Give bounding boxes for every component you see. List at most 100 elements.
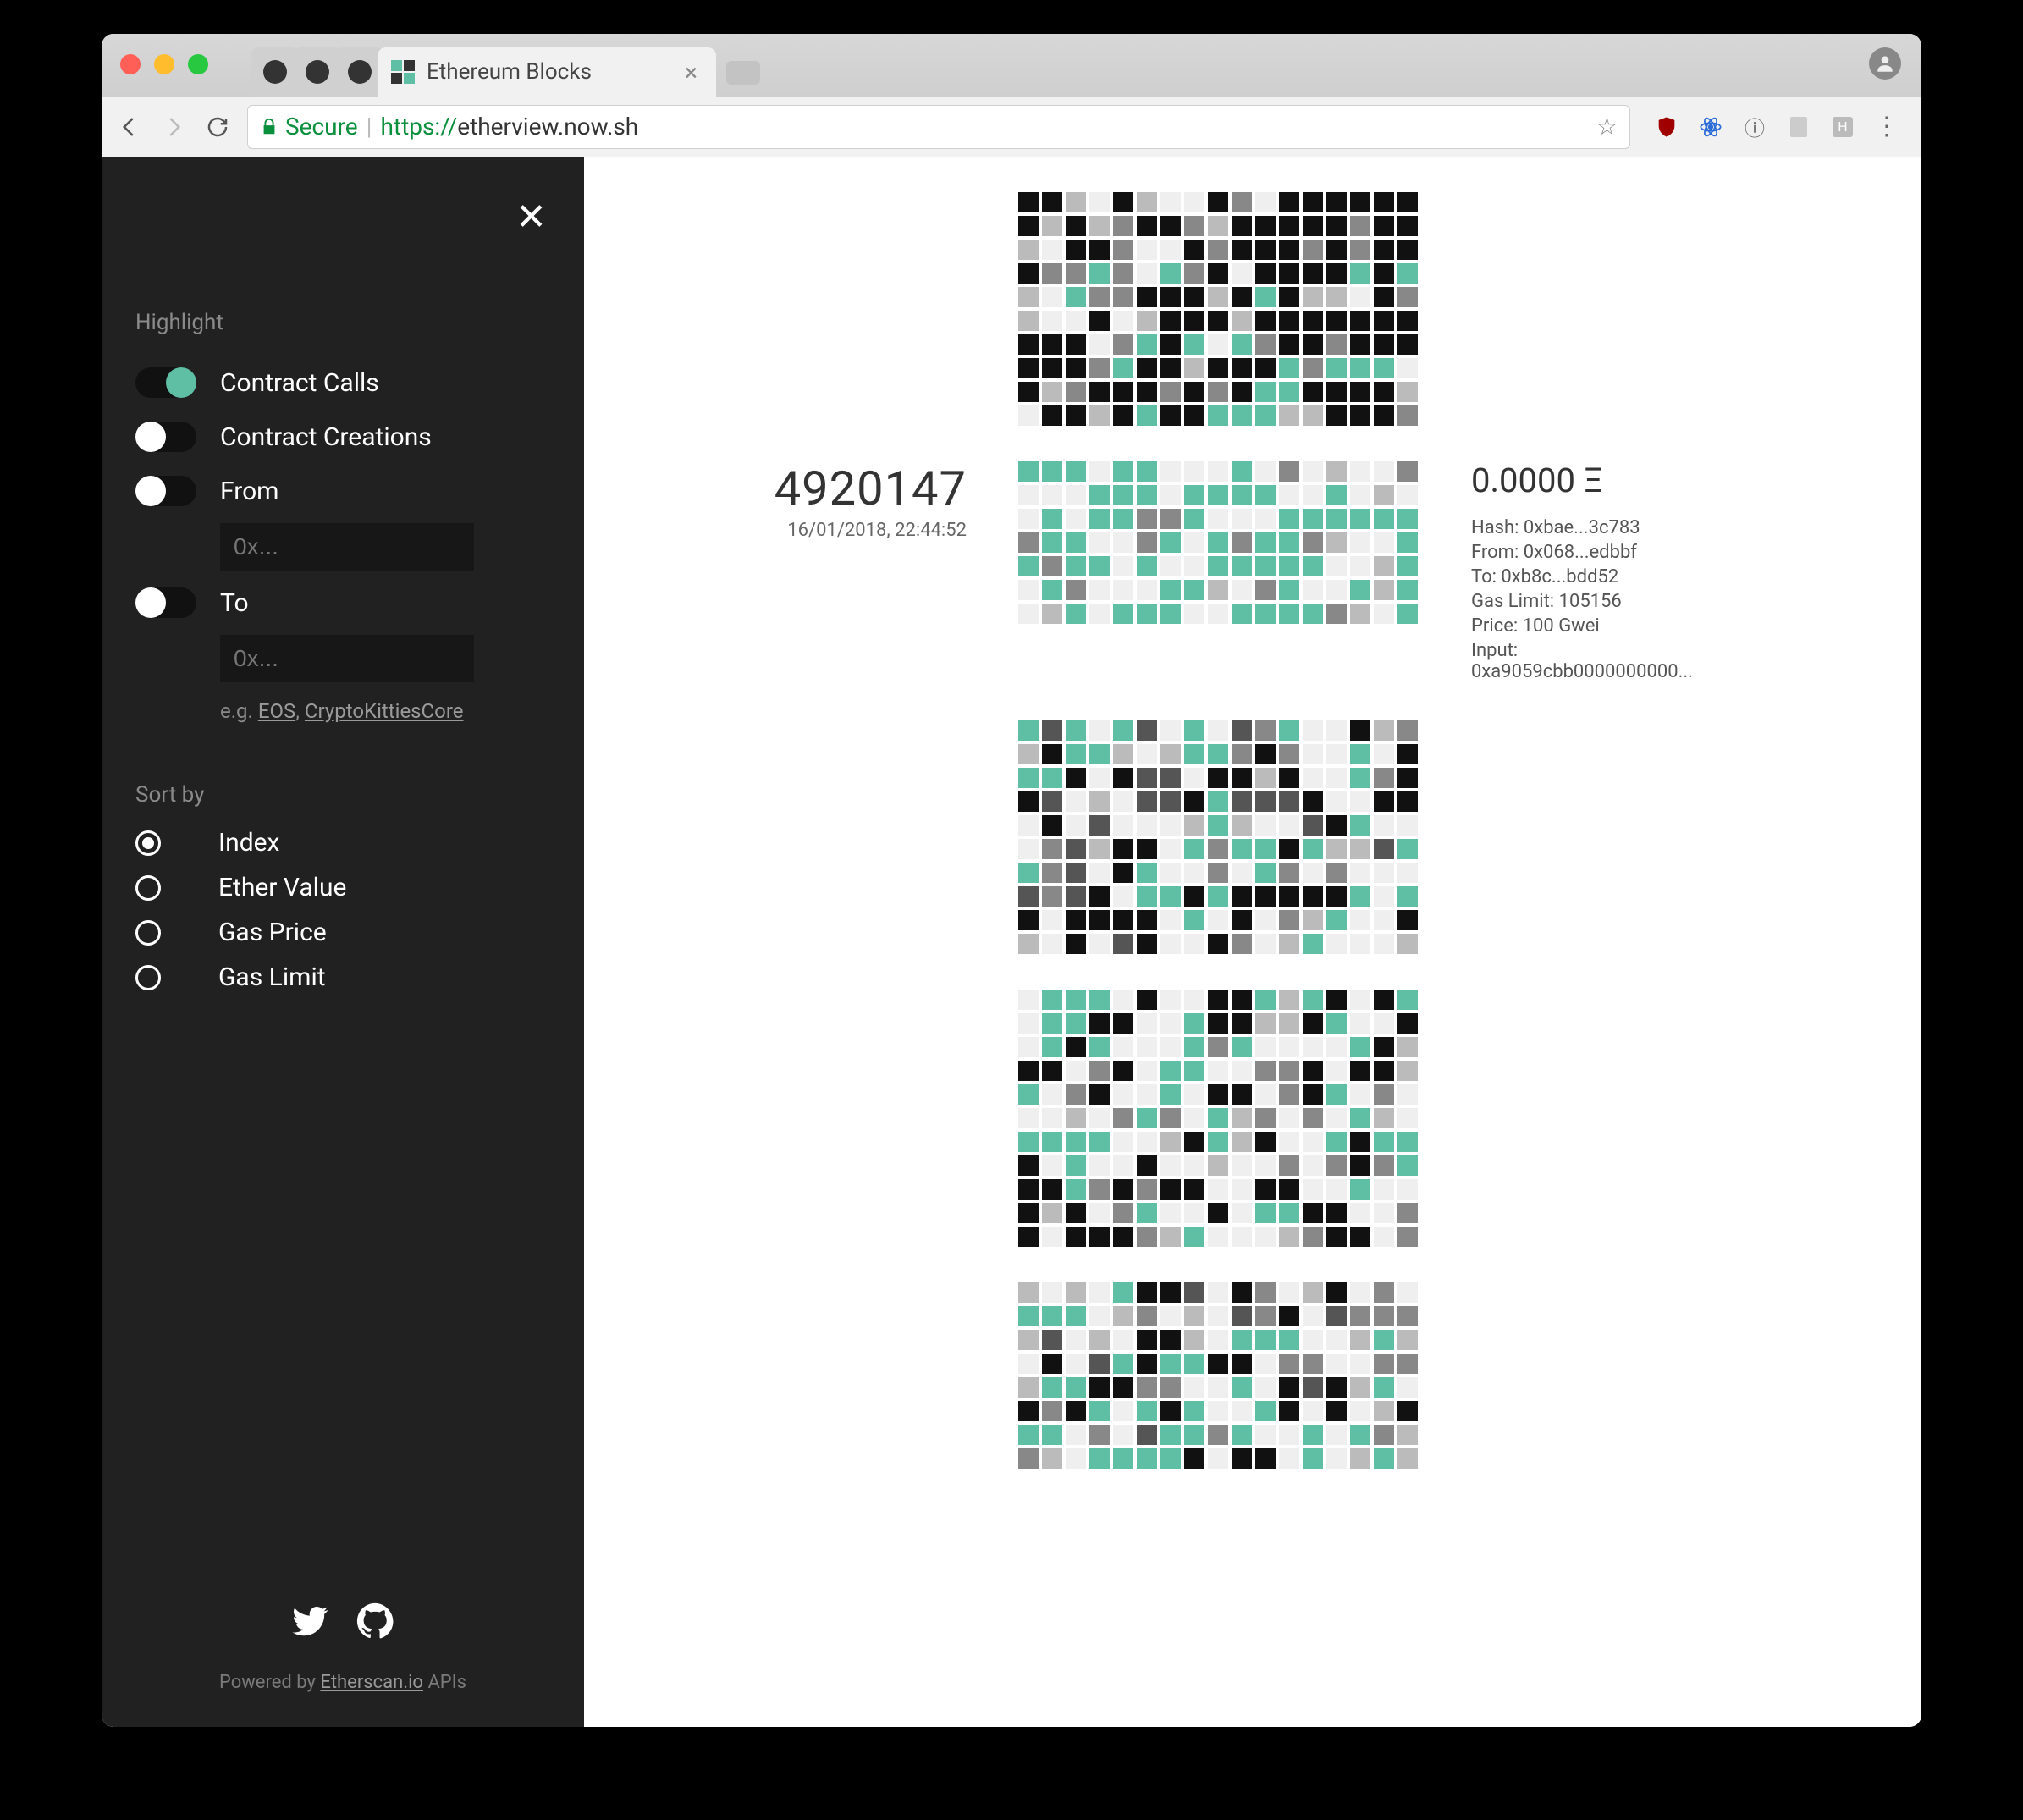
tx-cell[interactable] [1041, 1376, 1063, 1398]
tx-cell[interactable] [1254, 357, 1276, 379]
tx-cell[interactable] [1349, 334, 1371, 356]
tx-cell[interactable] [1278, 532, 1300, 554]
tx-cell[interactable] [1017, 1036, 1039, 1058]
tx-cell[interactable] [1254, 1036, 1276, 1058]
tx-cell[interactable] [1302, 357, 1324, 379]
tx-cell[interactable] [1231, 1131, 1253, 1153]
tx-cell[interactable] [1136, 1448, 1158, 1470]
tx-cell[interactable] [1017, 1107, 1039, 1129]
tx-cell[interactable] [1065, 1178, 1087, 1200]
tx-cell[interactable] [1065, 310, 1087, 332]
tx-cell[interactable] [1089, 1448, 1111, 1470]
tx-cell[interactable] [1326, 989, 1348, 1011]
tx-cell[interactable] [1254, 532, 1276, 554]
tx-cell[interactable] [1041, 909, 1063, 931]
tx-cell[interactable] [1112, 1329, 1134, 1351]
tx-cell[interactable] [1112, 814, 1134, 836]
tx-cell[interactable] [1112, 405, 1134, 427]
bookmark-star-icon[interactable]: ☆ [1596, 113, 1618, 141]
ublock-icon[interactable] [1654, 114, 1679, 140]
tx-cell[interactable] [1089, 814, 1111, 836]
tx-cell[interactable] [1017, 1424, 1039, 1446]
tx-cell[interactable] [1017, 239, 1039, 261]
tx-cell[interactable] [1041, 1178, 1063, 1200]
tx-cell[interactable] [1112, 1282, 1134, 1304]
tx-cell[interactable] [1373, 1178, 1395, 1200]
tx-cell[interactable] [1065, 1305, 1087, 1327]
tx-cell[interactable] [1397, 814, 1419, 836]
tx-cell[interactable] [1326, 933, 1348, 955]
tx-cell[interactable] [1326, 262, 1348, 284]
tx-cell[interactable] [1278, 1178, 1300, 1200]
tx-cell[interactable] [1278, 357, 1300, 379]
tx-cell[interactable] [1278, 989, 1300, 1011]
tx-cell[interactable] [1397, 1353, 1419, 1375]
tx-cell[interactable] [1112, 310, 1134, 332]
tx-cell[interactable] [1136, 381, 1158, 403]
tx-cell[interactable] [1326, 484, 1348, 506]
tx-cell[interactable] [1112, 1084, 1134, 1106]
main-area[interactable]: 492014716/01/2018, 22:44:520.0000 ΞHash:… [584, 157, 1921, 1727]
tx-cell[interactable] [1207, 1131, 1229, 1153]
tx-cell[interactable] [1112, 743, 1134, 765]
tx-cell[interactable] [1136, 484, 1158, 506]
tx-cell[interactable] [1136, 1305, 1158, 1327]
tx-cell[interactable] [1302, 1036, 1324, 1058]
tx-cell[interactable] [1160, 862, 1182, 884]
tx-cell[interactable] [1349, 767, 1371, 789]
tx-cell[interactable] [1207, 885, 1229, 907]
tx-cell[interactable] [1041, 1448, 1063, 1470]
tx-cell[interactable] [1112, 989, 1134, 1011]
tx-cell[interactable] [1254, 1226, 1276, 1248]
tx-cell[interactable] [1207, 484, 1229, 506]
tx-cell[interactable] [1160, 909, 1182, 931]
tx-cell[interactable] [1254, 1178, 1276, 1200]
tx-cell[interactable] [1231, 1329, 1253, 1351]
tx-cell[interactable] [1136, 767, 1158, 789]
tx-cell[interactable] [1326, 1155, 1348, 1177]
tx-cell[interactable] [1041, 1202, 1063, 1224]
tx-cell[interactable] [1231, 405, 1253, 427]
tx-cell[interactable] [1231, 532, 1253, 554]
tx-cell[interactable] [1207, 215, 1229, 237]
tx-cell[interactable] [1065, 461, 1087, 483]
tx-cell[interactable] [1207, 286, 1229, 308]
tx-cell[interactable] [1065, 1376, 1087, 1398]
tx-cell[interactable] [1373, 933, 1395, 955]
tx-cell[interactable] [1397, 532, 1419, 554]
tx-cell[interactable] [1017, 310, 1039, 332]
tx-cell[interactable] [1183, 1424, 1205, 1446]
tx-cell[interactable] [1017, 1282, 1039, 1304]
tx-cell[interactable] [1089, 215, 1111, 237]
tx-cell[interactable] [1160, 885, 1182, 907]
tx-cell[interactable] [1017, 484, 1039, 506]
tx-cell[interactable] [1160, 357, 1182, 379]
tx-cell[interactable] [1089, 310, 1111, 332]
tx-cell[interactable] [1089, 1424, 1111, 1446]
tx-cell[interactable] [1302, 1424, 1324, 1446]
tx-cell[interactable] [1278, 814, 1300, 836]
tx-cell[interactable] [1254, 405, 1276, 427]
tx-cell[interactable] [1349, 1012, 1371, 1034]
tx-cell[interactable] [1373, 1305, 1395, 1327]
tx-cell[interactable] [1017, 1155, 1039, 1177]
example-link-eos[interactable]: EOS [258, 699, 295, 723]
tx-cell[interactable] [1017, 215, 1039, 237]
tx-cell[interactable] [1349, 1282, 1371, 1304]
tx-cell[interactable] [1326, 838, 1348, 860]
tx-cell[interactable] [1349, 862, 1371, 884]
tx-cell[interactable] [1017, 381, 1039, 403]
tx-cell[interactable] [1373, 579, 1395, 601]
tx-cell[interactable] [1207, 1155, 1229, 1177]
window-maximize-button[interactable] [188, 54, 208, 74]
tx-cell[interactable] [1183, 1305, 1205, 1327]
tx-cell[interactable] [1397, 603, 1419, 625]
tx-cell[interactable] [1349, 909, 1371, 931]
tx-cell[interactable] [1065, 1060, 1087, 1082]
tx-cell[interactable] [1207, 1448, 1229, 1470]
tx-cell[interactable] [1373, 1329, 1395, 1351]
tx-cell[interactable] [1278, 933, 1300, 955]
tx-cell[interactable] [1112, 334, 1134, 356]
tx-cell[interactable] [1302, 767, 1324, 789]
tx-cell[interactable] [1160, 239, 1182, 261]
